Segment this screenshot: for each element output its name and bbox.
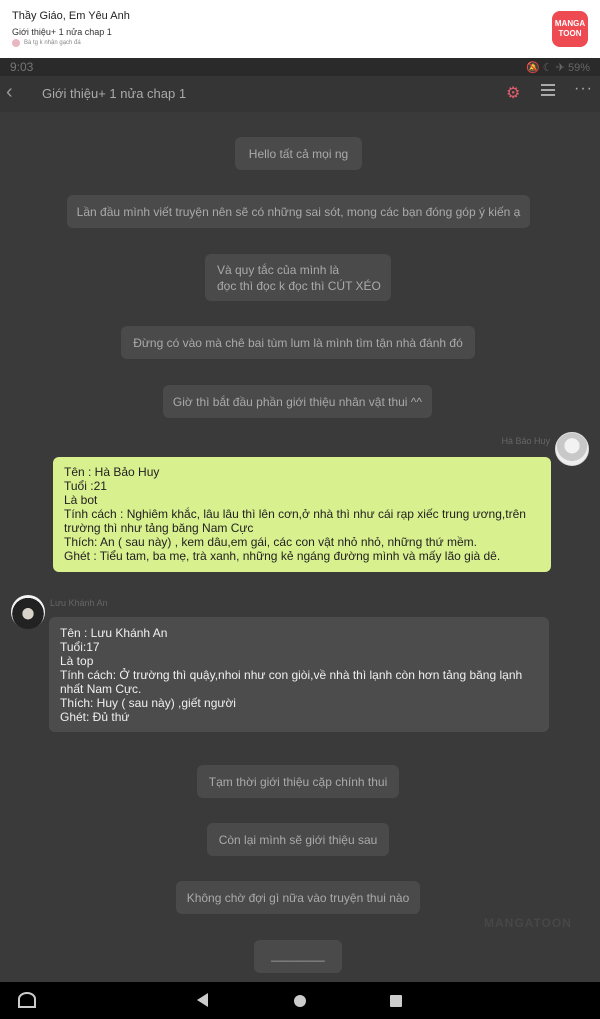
narration-message: Đừng có vào mà chê bai tùm lum là mình t… (121, 326, 475, 359)
bubble-line: Là top (60, 654, 94, 668)
bubble-line: Thích: An ( sau này) , kem dâu,em gái, c… (64, 535, 477, 549)
mute-icon: 🔕 (525, 62, 540, 74)
chapter-title: Giới thiệu+ 1 nửa chap 1 (42, 86, 187, 101)
battery-text: 59% (567, 62, 590, 74)
narration-message: Tạm thời giới thiệu cặp chính thui (197, 765, 399, 798)
logo-line2: TOON (558, 29, 582, 38)
narration-message: Còn lại mình sẽ giới thiệu sau (207, 823, 389, 856)
bubble-line: Tính cách: Ở trường thì quậy,nhoi như co… (60, 668, 526, 696)
notification-title: Thầy Giáo, Em Yêu Anh (12, 10, 130, 22)
nav-recents-icon[interactable] (390, 995, 402, 1007)
bubble-line: Ghét : Tiểu tam, ba mẹ, trà xanh, những … (64, 549, 501, 563)
gear-icon[interactable]: ⚙ (506, 83, 524, 103)
bubble-line: Thích: Huy ( sau này) ,giết người (60, 696, 236, 710)
mangatoon-logo[interactable]: MANGA TOON (552, 11, 588, 47)
speaker-name-an: Lưu Khánh An (50, 598, 108, 608)
chat-bubble-huy: Tên : Hà Bảo Huy Tuổi :21 Là bot Tính cá… (53, 457, 551, 572)
navigation-bar (0, 982, 600, 1019)
narration-message: Không chờ đợi gì nữa vào truyện thui nào (176, 881, 420, 914)
bubble-line: Tính cách : Nghiêm khắc, lâu lâu thì lên… (64, 507, 530, 535)
bubble-line: Ghét: Đủ thứ (60, 710, 130, 724)
narration-message: ________ (254, 940, 342, 973)
nav-home-icon[interactable] (294, 995, 306, 1007)
bubble-line: Tên : Hà Bảo Huy (64, 465, 160, 479)
bubble-line: Tuổi:17 (60, 640, 100, 654)
nav-back-icon[interactable] (197, 993, 208, 1007)
bubble-line: Là bot (64, 493, 98, 507)
narration-message: Và quy tắc của mình là đọc thì đọc k đọc… (205, 254, 391, 301)
mangatoon-watermark: MANGATOON (484, 916, 572, 930)
narration-message: Lần đầu mình viết truyện nên sẽ có những… (67, 195, 530, 228)
more-options-icon[interactable]: ··· (574, 80, 593, 98)
home-app-icon[interactable] (18, 992, 36, 1008)
notification-meta: Bà tg k nhận gạch đá (12, 39, 81, 47)
chat-bubble-an: Tên : Lưu Khánh An Tuổi:17 Là top Tính c… (49, 617, 549, 732)
notification-header[interactable]: Thầy Giáo, Em Yêu Anh Giới thiệu+ 1 nửa … (0, 0, 600, 58)
bubble-line: Tên : Lưu Khánh An (60, 626, 168, 640)
speaker-name-huy: Hà Bảo Huy (501, 436, 550, 446)
notification-subtitle: Giới thiệu+ 1 nửa chap 1 (12, 27, 112, 37)
battery-level: 🔕 ☾ ✈ 59% (526, 61, 590, 74)
notification-meta-text: Bà tg k nhận gạch đá (24, 40, 81, 46)
avatar-an[interactable] (11, 595, 45, 629)
moon-icon: ☾ (542, 62, 553, 74)
avatar-huy[interactable] (555, 432, 589, 466)
airplane-icon: ✈ (555, 62, 565, 74)
narration-message: Hello tất cả mọi ng (235, 137, 362, 170)
bubble-line: Tuổi :21 (64, 479, 107, 493)
status-time: 9:03 (10, 60, 34, 74)
reader-topbar: ‹ Giới thiệu+ 1 nửa chap 1 ⚙ ··· (0, 76, 600, 112)
logo-line1: MANGA (554, 19, 586, 28)
status-bar: 9:03 🔕 ☾ ✈ 59% (0, 58, 600, 76)
narration-message: Giờ thì bắt đầu phần giới thiệu nhân vật… (163, 385, 432, 418)
author-avatar-icon (12, 39, 20, 47)
back-arrow-icon[interactable]: ‹ (6, 81, 26, 105)
chapter-list-icon[interactable] (541, 84, 555, 98)
